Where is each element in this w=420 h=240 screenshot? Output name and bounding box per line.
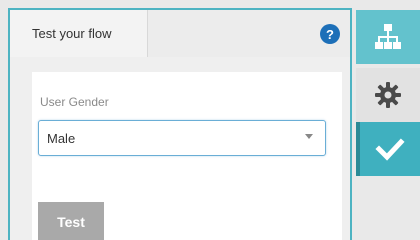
test-flow-button[interactable] <box>356 122 420 176</box>
chevron-down-icon <box>305 134 313 139</box>
app-root: Test your flow ? User Gender Male Test <box>0 0 420 240</box>
test-form: User Gender Male Test <box>32 72 342 240</box>
help-icon[interactable]: ? <box>320 24 340 44</box>
tab-label: Test your flow <box>32 26 112 41</box>
gear-icon <box>375 82 401 108</box>
checkmark-icon <box>375 138 405 161</box>
test-button[interactable]: Test <box>38 202 104 240</box>
help-symbol: ? <box>326 26 334 42</box>
tab-bar: Test your flow ? <box>10 10 350 57</box>
flow-test-panel: Test your flow ? User Gender Male Test <box>8 8 352 240</box>
user-gender-value: Male <box>47 130 76 146</box>
side-toolbar <box>352 8 420 240</box>
settings-button[interactable] <box>356 68 420 122</box>
user-gender-label: User Gender <box>40 95 109 109</box>
flow-structure-button[interactable] <box>356 10 420 64</box>
test-button-label: Test <box>57 214 85 230</box>
tab-test-your-flow[interactable]: Test your flow <box>10 10 148 57</box>
user-gender-select[interactable]: Male <box>38 120 326 156</box>
sitemap-icon <box>375 24 401 49</box>
